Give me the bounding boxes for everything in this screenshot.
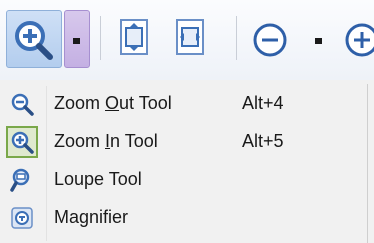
- menu-item-shortcut: Alt+5: [242, 131, 284, 151]
- toolbar-separator: [100, 16, 101, 60]
- toolbar: [0, 0, 374, 81]
- fit-width-icon: [176, 19, 204, 55]
- zoom-in-button[interactable]: [344, 22, 374, 58]
- menu-item-shortcut: Alt+4: [242, 93, 284, 113]
- menu-border: [367, 84, 368, 243]
- plus-circle-icon: [345, 23, 374, 57]
- magnifier-icon: [11, 207, 33, 229]
- zoom-in-tool-button[interactable]: [6, 10, 62, 68]
- zoom-tools-menu: Zoom Out Tool Alt+4 Zoom In Tool Alt+5 L…: [0, 80, 374, 243]
- menu-item-label: Zoom In Tool: [54, 131, 158, 151]
- menu-item-loupe-tool[interactable]: Loupe Tool: [6, 162, 362, 198]
- zoom-in-magnifier-icon: [11, 131, 34, 154]
- menu-item-label: Magnifier: [54, 207, 129, 227]
- zoom-tools-dropdown-button[interactable]: [64, 10, 90, 68]
- loupe-icon: [10, 168, 30, 192]
- fit-page-button[interactable]: [112, 14, 156, 64]
- zoom-in-icon: [15, 21, 53, 60]
- dropdown-arrow-icon: [315, 38, 322, 44]
- zoom-out-button[interactable]: [252, 22, 288, 58]
- menu-item-zoom-out-tool[interactable]: Zoom Out Tool Alt+4: [6, 86, 362, 122]
- fit-page-icon: [120, 19, 148, 55]
- fit-width-button[interactable]: [168, 14, 212, 64]
- minus-circle-icon: [253, 23, 287, 57]
- dropdown-arrow-icon: [73, 38, 80, 44]
- toolbar-separator: [236, 16, 237, 60]
- menu-item-zoom-in-tool[interactable]: Zoom In Tool Alt+5: [6, 124, 362, 160]
- menu-item-label: Loupe Tool: [54, 169, 142, 189]
- menu-item-label: Zoom Out Tool: [54, 93, 172, 113]
- zoom-out-dropdown-button[interactable]: [306, 22, 332, 58]
- zoom-out-magnifier-icon: [11, 93, 34, 116]
- menu-item-magnifier[interactable]: Magnifier: [6, 200, 362, 236]
